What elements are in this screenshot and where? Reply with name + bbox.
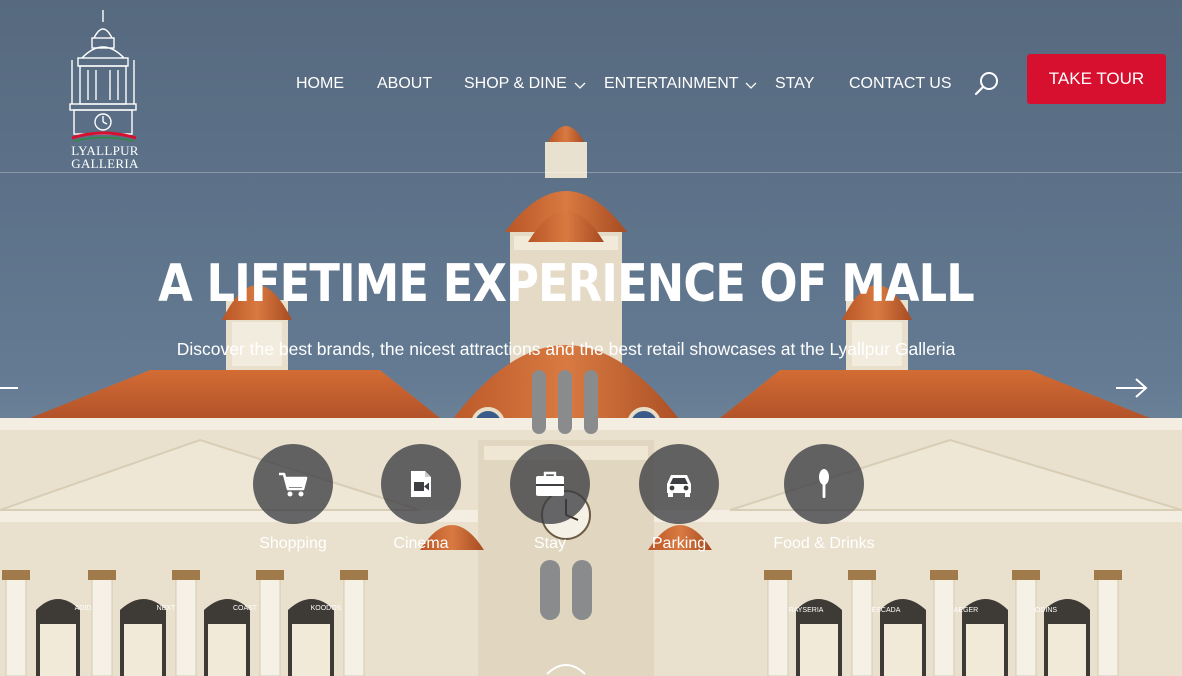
sign-1: ADID [75,605,92,612]
feature-circle[interactable] [639,444,719,524]
feature-circle[interactable] [784,444,864,524]
feature-label: Stay [533,535,566,552]
search-icon[interactable] [973,70,1001,98]
logo-line-2: GALLERIA [71,156,139,171]
arrow-left-icon[interactable] [0,376,20,400]
feature-circle[interactable] [510,444,590,524]
spoon-icon [819,469,829,498]
sign-6: ESCADA [872,607,901,614]
nav-entertainment[interactable]: ENTERTAINMENT [604,74,739,94]
header-divider [0,172,1182,173]
nav-home[interactable]: HOME [296,74,344,94]
chevron-down-icon[interactable] [573,78,587,92]
feature-parking[interactable]: Parking [619,444,739,560]
sign-5: RAYSERIA [789,607,824,614]
clock-tower-logo-icon [69,10,137,142]
feature-shopping[interactable]: Shopping [233,444,353,560]
car-icon [667,475,691,497]
feature-circle[interactable] [381,444,461,524]
sign-4: KOODOS [311,605,342,612]
scroll-down-icon[interactable] [545,656,587,676]
nav-about[interactable]: ABOUT [377,74,432,94]
take-tour-button[interactable]: TAKE TOUR [1027,54,1166,104]
feature-stay[interactable]: Stay [490,444,610,560]
hero-subtitle: Discover the best brands, the nicest att… [176,339,956,359]
feature-label: Parking [651,535,707,552]
feature-circle[interactable] [253,444,333,524]
site-header: LYALLPUR GALLERIA HOME ABOUT SHOP & DINE… [0,0,1182,172]
feature-label: Shopping [259,535,327,552]
feature-label: Food & Drinks [773,535,875,552]
briefcase-icon [536,471,564,496]
film-icon [411,471,431,497]
nav-shop-dine[interactable]: SHOP & DINE [464,74,567,94]
feature-cinema[interactable]: Cinema [361,444,481,560]
nav-stay[interactable]: STAY [775,74,814,94]
sign-8: ODINS [1035,607,1058,614]
feature-food-drinks[interactable]: Food & Drinks [764,444,884,560]
cart-icon [279,472,308,497]
hero-title: A LIFETIME EXPERIENCE OF MALL [158,254,975,314]
arrow-right-icon[interactable] [1114,376,1148,400]
hero-slider: ADID NEXT COAST KOODOS RAYSERIA ESCADA A… [0,0,1182,676]
sign-7: AEGER [954,607,979,614]
nav-contact-us[interactable]: CONTACT US [849,74,952,94]
chevron-down-icon[interactable] [744,78,758,92]
site-logo[interactable]: LYALLPUR GALLERIA [64,8,146,172]
sign-3: COAST [233,605,258,612]
feature-label: Cinema [393,535,449,552]
sign-2: NEXT [157,605,176,612]
